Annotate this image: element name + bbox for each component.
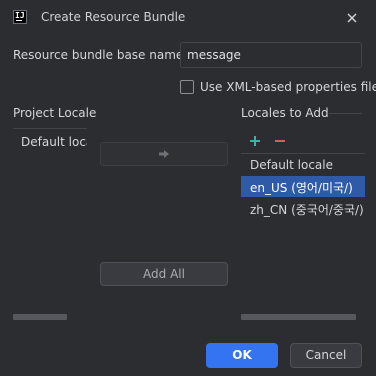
app-icon-text: IJ (15, 11, 25, 20)
title-bar: IJ Create Resource Bundle (0, 0, 376, 36)
add-all-button[interactable]: Add All (100, 262, 228, 286)
add-locale-button[interactable] (248, 134, 262, 148)
dialog-title: Create Resource Bundle (41, 10, 186, 24)
arrow-right-icon (159, 150, 169, 158)
base-name-value: message (187, 48, 241, 62)
close-icon (347, 13, 357, 23)
locales-to-add-header: Locales to Add (241, 106, 329, 120)
minus-icon (275, 140, 285, 142)
xml-properties-label[interactable]: Use XML-based properties files (200, 80, 376, 94)
locale-list-item-selected[interactable]: en_US (영어/미국/) (241, 176, 365, 197)
locales-list-divider (241, 153, 365, 154)
move-locale-button[interactable] (100, 142, 228, 166)
cancel-button[interactable]: Cancel (290, 343, 362, 368)
project-locale-scrollbar[interactable] (13, 314, 67, 320)
project-locale-item[interactable]: Default loca (21, 135, 87, 149)
intellij-app-icon: IJ (13, 10, 27, 24)
xml-properties-checkbox[interactable] (180, 80, 194, 94)
project-locale-header: Project Locale (13, 106, 97, 120)
project-locale-divider (13, 128, 87, 129)
plus-icon (250, 136, 260, 146)
base-name-label: Resource bundle base name: (13, 48, 188, 62)
locales-scrollbar[interactable] (241, 314, 356, 320)
locale-list-item[interactable]: Default locale (250, 158, 364, 172)
base-name-input[interactable]: message (180, 42, 362, 68)
remove-locale-button[interactable] (273, 134, 287, 148)
close-button[interactable] (342, 8, 362, 28)
locales-to-add-divider (329, 113, 362, 114)
locale-list-item[interactable]: zh_CN (중국어/중국/) (250, 201, 364, 218)
selected-locale-label: en_US (영어/미국/) (250, 181, 353, 195)
ok-button[interactable]: OK (206, 343, 278, 368)
